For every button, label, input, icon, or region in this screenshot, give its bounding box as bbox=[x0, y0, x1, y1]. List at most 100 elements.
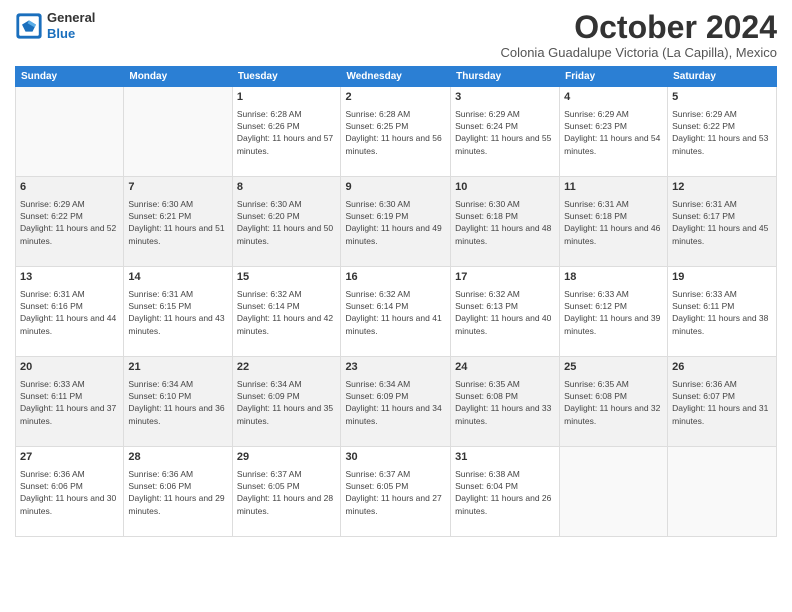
day-info: Sunrise: 6:35 AMSunset: 6:08 PMDaylight:… bbox=[564, 378, 663, 427]
table-row: 22 Sunrise: 6:34 AMSunset: 6:09 PMDayligh… bbox=[232, 357, 341, 447]
calendar-week-row: 6Sunrise: 6:29 AMSunset: 6:22 PMDaylight… bbox=[16, 177, 777, 267]
day-info: Sunrise: 6:38 AMSunset: 6:04 PMDaylight:… bbox=[455, 468, 555, 517]
day-info: Sunrise: 6:32 AMSunset: 6:14 PMDaylight:… bbox=[345, 288, 446, 337]
table-row: 6Sunrise: 6:29 AMSunset: 6:22 PMDaylight… bbox=[16, 177, 124, 267]
day-number: 29 bbox=[237, 450, 337, 465]
calendar-header-row: Sunday Monday Tuesday Wednesday Thursday… bbox=[16, 67, 777, 87]
day-number: 10 bbox=[455, 180, 555, 195]
table-row bbox=[560, 447, 668, 537]
day-number: 14 bbox=[128, 270, 227, 285]
table-row: 12 Sunrise: 6:31 AMSunset: 6:17 PMDayligh… bbox=[668, 177, 777, 267]
col-wednesday: Wednesday bbox=[341, 67, 451, 87]
table-row: 31 Sunrise: 6:38 AMSunset: 6:04 PMDayligh… bbox=[451, 447, 560, 537]
day-number: 12 bbox=[672, 180, 772, 195]
table-row: 28 Sunrise: 6:36 AMSunset: 6:06 PMDayligh… bbox=[124, 447, 232, 537]
table-row: 7 Sunrise: 6:30 AMSunset: 6:21 PMDaylight… bbox=[124, 177, 232, 267]
day-number: 5 bbox=[672, 90, 772, 105]
month-title: October 2024 bbox=[500, 10, 777, 45]
day-number: 9 bbox=[345, 180, 446, 195]
table-row: 27Sunrise: 6:36 AMSunset: 6:06 PMDayligh… bbox=[16, 447, 124, 537]
day-number: 7 bbox=[128, 180, 227, 195]
logo: General Blue bbox=[15, 10, 95, 41]
table-row: 16 Sunrise: 6:32 AMSunset: 6:14 PMDayligh… bbox=[341, 267, 451, 357]
day-number: 31 bbox=[455, 450, 555, 465]
day-number: 2 bbox=[345, 90, 446, 105]
day-info: Sunrise: 6:34 AMSunset: 6:09 PMDaylight:… bbox=[237, 378, 337, 427]
table-row: 26 Sunrise: 6:36 AMSunset: 6:07 PMDayligh… bbox=[668, 357, 777, 447]
day-info: Sunrise: 6:29 AMSunset: 6:24 PMDaylight:… bbox=[455, 108, 555, 157]
day-info: Sunrise: 6:32 AMSunset: 6:14 PMDaylight:… bbox=[237, 288, 337, 337]
day-info: Sunrise: 6:37 AMSunset: 6:05 PMDaylight:… bbox=[345, 468, 446, 517]
day-number: 28 bbox=[128, 450, 227, 465]
col-tuesday: Tuesday bbox=[232, 67, 341, 87]
day-info: Sunrise: 6:28 AMSunset: 6:26 PMDaylight:… bbox=[237, 108, 337, 157]
subtitle: Colonia Guadalupe Victoria (La Capilla),… bbox=[500, 45, 777, 60]
day-info: Sunrise: 6:36 AMSunset: 6:06 PMDaylight:… bbox=[128, 468, 227, 517]
logo-icon bbox=[15, 12, 43, 40]
table-row: 8Sunrise: 6:30 AMSunset: 6:20 PMDaylight… bbox=[232, 177, 341, 267]
day-info: Sunrise: 6:33 AMSunset: 6:11 PMDaylight:… bbox=[20, 378, 119, 427]
day-info: Sunrise: 6:32 AMSunset: 6:13 PMDaylight:… bbox=[455, 288, 555, 337]
table-row: 24Sunrise: 6:35 AMSunset: 6:08 PMDayligh… bbox=[451, 357, 560, 447]
calendar-week-row: 1 Sunrise: 6:28 AMSunset: 6:26 PMDaylight… bbox=[16, 87, 777, 177]
table-row: 30Sunrise: 6:37 AMSunset: 6:05 PMDayligh… bbox=[341, 447, 451, 537]
day-number: 11 bbox=[564, 180, 663, 195]
day-number: 21 bbox=[128, 360, 227, 375]
table-row: 21 Sunrise: 6:34 AMSunset: 6:10 PMDayligh… bbox=[124, 357, 232, 447]
day-number: 22 bbox=[237, 360, 337, 375]
col-thursday: Thursday bbox=[451, 67, 560, 87]
table-row: 9 Sunrise: 6:30 AMSunset: 6:19 PMDaylight… bbox=[341, 177, 451, 267]
calendar: Sunday Monday Tuesday Wednesday Thursday… bbox=[15, 66, 777, 537]
day-number: 3 bbox=[455, 90, 555, 105]
table-row: 14 Sunrise: 6:31 AMSunset: 6:15 PMDayligh… bbox=[124, 267, 232, 357]
day-info: Sunrise: 6:31 AMSunset: 6:17 PMDaylight:… bbox=[672, 198, 772, 247]
day-info: Sunrise: 6:33 AMSunset: 6:12 PMDaylight:… bbox=[564, 288, 663, 337]
day-number: 6 bbox=[20, 180, 119, 195]
day-info: Sunrise: 6:36 AMSunset: 6:06 PMDaylight:… bbox=[20, 468, 119, 517]
table-row bbox=[124, 87, 232, 177]
day-info: Sunrise: 6:37 AMSunset: 6:05 PMDaylight:… bbox=[237, 468, 337, 517]
day-number: 17 bbox=[455, 270, 555, 285]
table-row: 11 Sunrise: 6:31 AMSunset: 6:18 PMDayligh… bbox=[560, 177, 668, 267]
day-number: 18 bbox=[564, 270, 663, 285]
col-friday: Friday bbox=[560, 67, 668, 87]
calendar-week-row: 20 Sunrise: 6:33 AMSunset: 6:11 PMDayligh… bbox=[16, 357, 777, 447]
table-row: 3 Sunrise: 6:29 AMSunset: 6:24 PMDaylight… bbox=[451, 87, 560, 177]
table-row bbox=[16, 87, 124, 177]
calendar-week-row: 27Sunrise: 6:36 AMSunset: 6:06 PMDayligh… bbox=[16, 447, 777, 537]
table-row: 25 Sunrise: 6:35 AMSunset: 6:08 PMDayligh… bbox=[560, 357, 668, 447]
day-number: 19 bbox=[672, 270, 772, 285]
day-number: 26 bbox=[672, 360, 772, 375]
day-number: 1 bbox=[237, 90, 337, 105]
day-info: Sunrise: 6:29 AMSunset: 6:22 PMDaylight:… bbox=[672, 108, 772, 157]
table-row: 1 Sunrise: 6:28 AMSunset: 6:26 PMDaylight… bbox=[232, 87, 341, 177]
day-info: Sunrise: 6:30 AMSunset: 6:20 PMDaylight:… bbox=[237, 198, 337, 247]
table-row: 20 Sunrise: 6:33 AMSunset: 6:11 PMDayligh… bbox=[16, 357, 124, 447]
header: General Blue October 2024 Colonia Guadal… bbox=[15, 10, 777, 60]
day-info: Sunrise: 6:36 AMSunset: 6:07 PMDaylight:… bbox=[672, 378, 772, 427]
logo-general: General bbox=[47, 10, 95, 26]
day-info: Sunrise: 6:33 AMSunset: 6:11 PMDaylight:… bbox=[672, 288, 772, 337]
day-info: Sunrise: 6:34 AMSunset: 6:09 PMDaylight:… bbox=[345, 378, 446, 427]
col-sunday: Sunday bbox=[16, 67, 124, 87]
day-info: Sunrise: 6:31 AMSunset: 6:15 PMDaylight:… bbox=[128, 288, 227, 337]
day-info: Sunrise: 6:34 AMSunset: 6:10 PMDaylight:… bbox=[128, 378, 227, 427]
day-info: Sunrise: 6:31 AMSunset: 6:18 PMDaylight:… bbox=[564, 198, 663, 247]
day-number: 25 bbox=[564, 360, 663, 375]
day-number: 24 bbox=[455, 360, 555, 375]
table-row: 10Sunrise: 6:30 AMSunset: 6:18 PMDayligh… bbox=[451, 177, 560, 267]
table-row: 2Sunrise: 6:28 AMSunset: 6:25 PMDaylight… bbox=[341, 87, 451, 177]
table-row bbox=[668, 447, 777, 537]
day-info: Sunrise: 6:30 AMSunset: 6:19 PMDaylight:… bbox=[345, 198, 446, 247]
day-info: Sunrise: 6:30 AMSunset: 6:21 PMDaylight:… bbox=[128, 198, 227, 247]
day-number: 16 bbox=[345, 270, 446, 285]
col-saturday: Saturday bbox=[668, 67, 777, 87]
page: General Blue October 2024 Colonia Guadal… bbox=[0, 0, 792, 612]
logo-blue: Blue bbox=[47, 26, 95, 42]
table-row: 18 Sunrise: 6:33 AMSunset: 6:12 PMDayligh… bbox=[560, 267, 668, 357]
day-number: 20 bbox=[20, 360, 119, 375]
day-number: 15 bbox=[237, 270, 337, 285]
table-row: 17 Sunrise: 6:32 AMSunset: 6:13 PMDayligh… bbox=[451, 267, 560, 357]
table-row: 13Sunrise: 6:31 AMSunset: 6:16 PMDayligh… bbox=[16, 267, 124, 357]
day-number: 23 bbox=[345, 360, 446, 375]
